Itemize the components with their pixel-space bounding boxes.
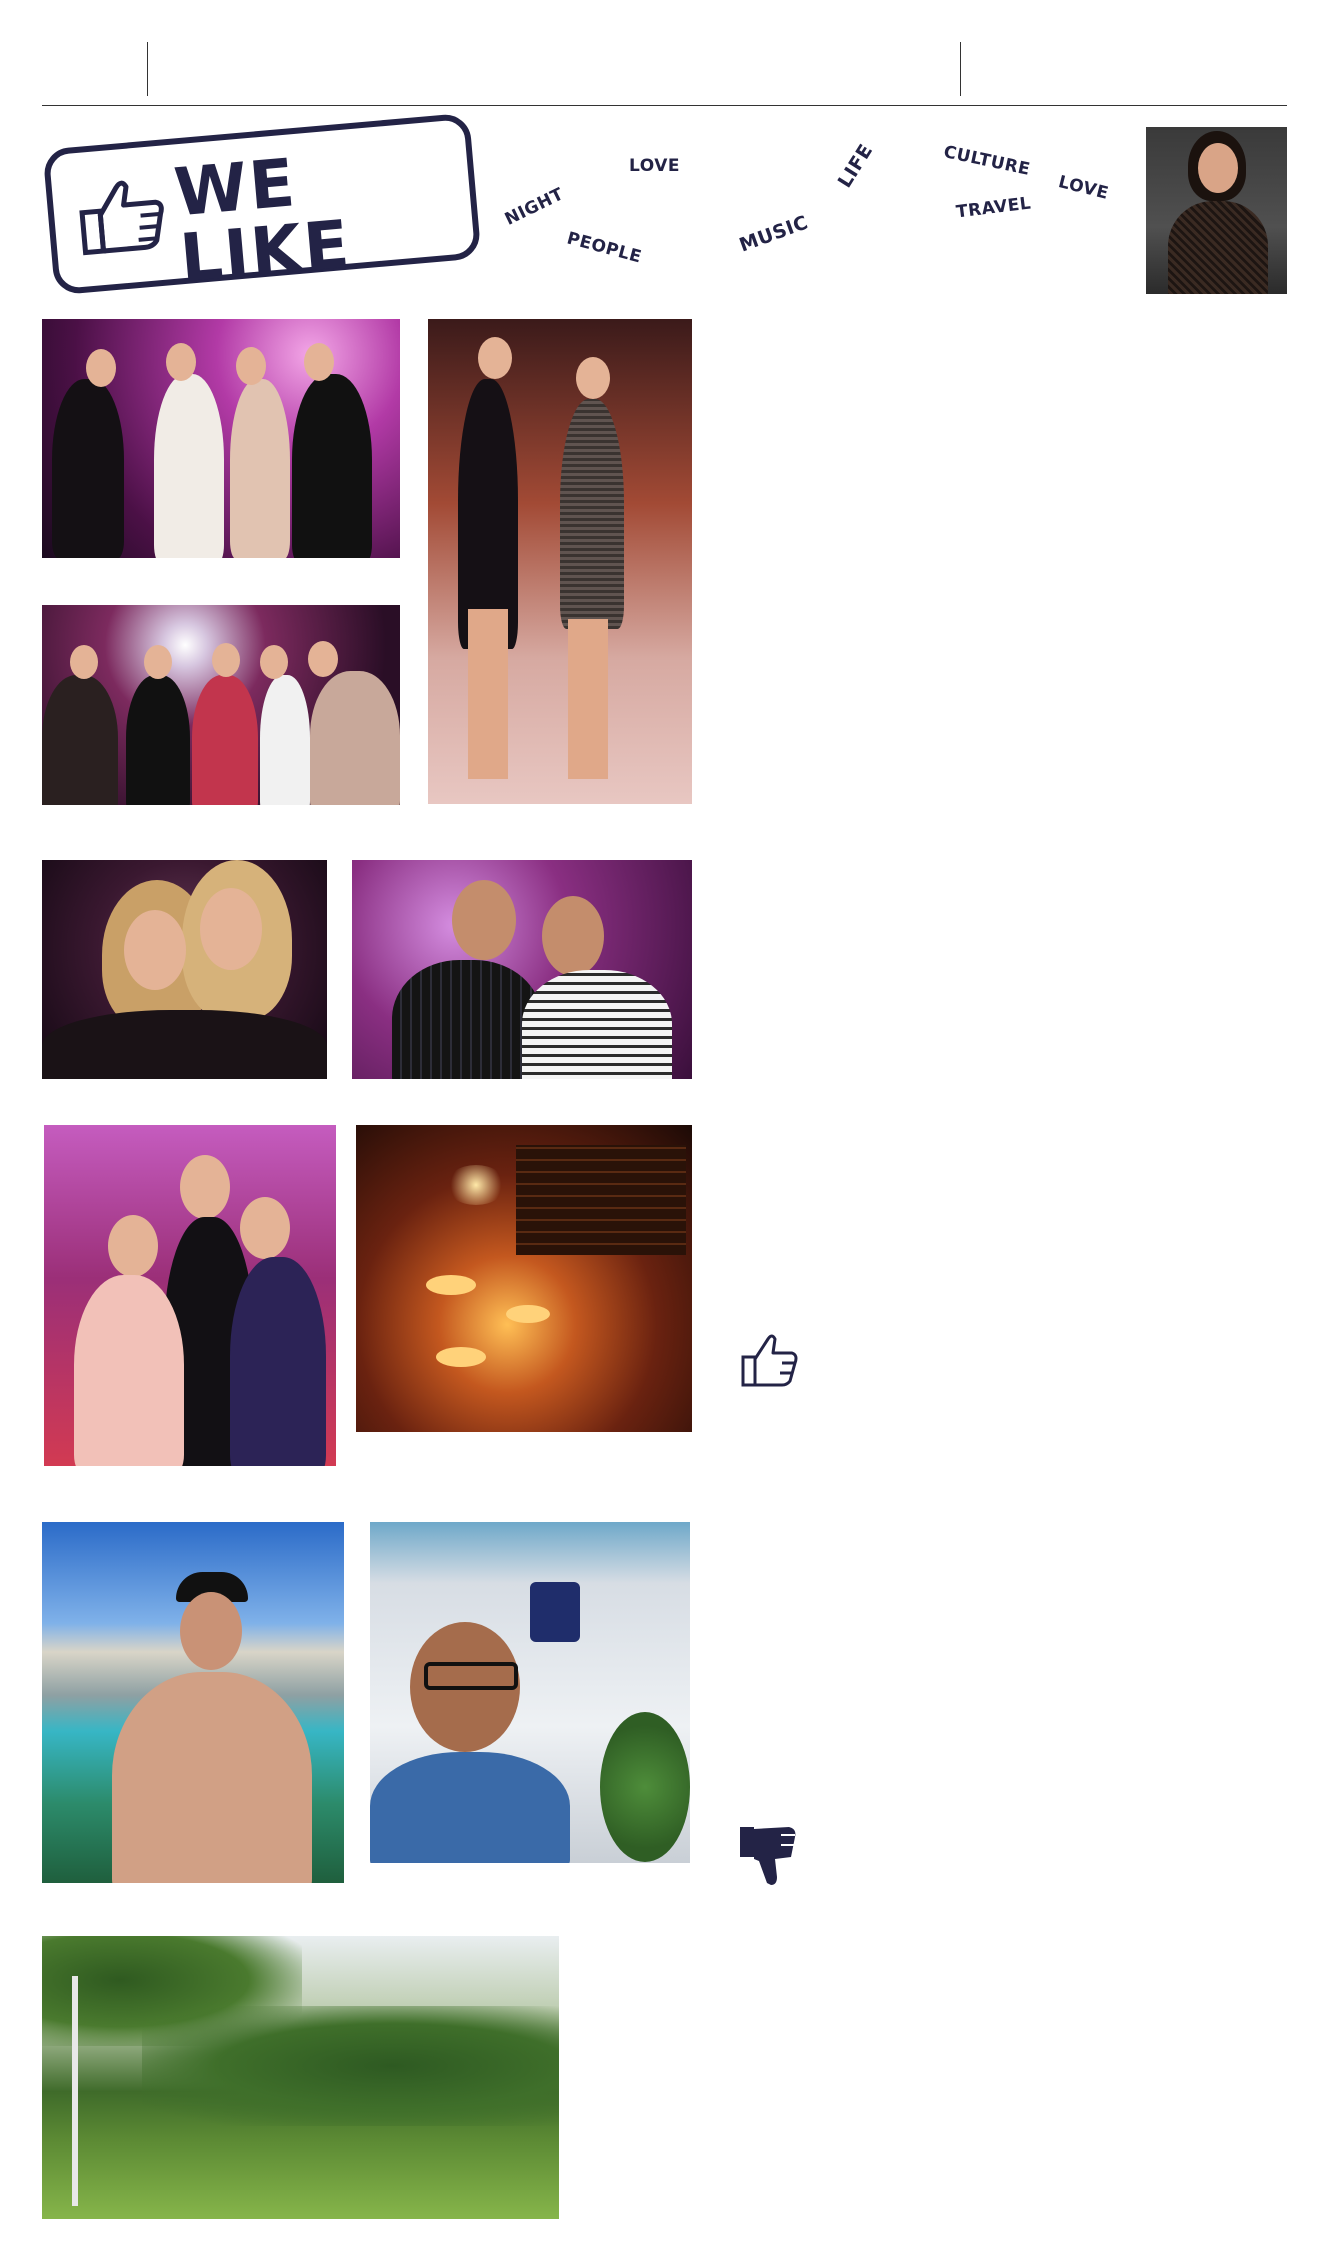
photo-two-women-closeup [42, 860, 327, 1079]
person [230, 379, 290, 558]
table-light [506, 1305, 550, 1323]
person [74, 1275, 184, 1466]
word-life: LIFE [833, 140, 878, 192]
face [70, 645, 98, 679]
we-like-stamp: WE LIKE [42, 112, 482, 298]
tree [600, 1712, 690, 1862]
photo-five-women [42, 605, 400, 805]
word-night: NIGHT [501, 184, 568, 230]
person [310, 671, 400, 805]
person [112, 1672, 312, 1883]
word-travel: TRAVEL [955, 193, 1033, 223]
table-light [436, 1347, 486, 1367]
face [478, 337, 512, 379]
person [292, 374, 372, 558]
portrait-body [1168, 201, 1268, 294]
person [370, 1752, 570, 1863]
legs [568, 619, 608, 779]
legs [468, 609, 508, 779]
person [560, 399, 624, 629]
face [542, 896, 604, 976]
face [576, 357, 610, 399]
face [180, 1155, 230, 1219]
photo-park [42, 1936, 559, 2219]
face [240, 1197, 290, 1259]
dislike-thumbs-down-icon [740, 1827, 796, 1885]
person [126, 675, 190, 805]
person [52, 379, 124, 558]
photo-restaurant-interior [356, 1125, 692, 1432]
lamp-post [72, 1976, 78, 2206]
face [124, 910, 186, 990]
face [304, 343, 334, 381]
person [154, 374, 224, 558]
stamp-thumbs-up-icon [79, 180, 164, 256]
photo-man-at-building [370, 1522, 690, 1863]
ceiling-lights [446, 1165, 506, 1205]
header-divider-left [147, 42, 148, 96]
word-love: LOVE [629, 156, 680, 176]
glasses [424, 1662, 518, 1690]
author-portrait [1146, 127, 1287, 294]
face [308, 641, 338, 677]
photo-man-at-pool [42, 1522, 344, 1883]
building-emblem [530, 1582, 580, 1642]
word-love-2: LOVE [1056, 172, 1111, 204]
face [86, 349, 116, 387]
face [260, 645, 288, 679]
photo-three-women [44, 1125, 336, 1466]
word-music: MUSIC [736, 211, 812, 257]
bar-shelves [516, 1145, 686, 1255]
photo-two-men [352, 860, 692, 1079]
stamp-title: WE LIKE [171, 144, 355, 298]
table-light [426, 1275, 476, 1295]
header-rule [42, 105, 1287, 106]
word-culture: CULTURE [941, 142, 1033, 180]
word-people: PEOPLE [564, 228, 644, 268]
face [166, 343, 196, 381]
face [452, 880, 516, 960]
portrait-face [1198, 143, 1238, 193]
person [522, 970, 672, 1079]
person [230, 1257, 326, 1466]
face [212, 643, 240, 677]
person [192, 675, 258, 805]
person [260, 675, 310, 805]
face [236, 347, 266, 385]
person [42, 675, 118, 805]
face [180, 1592, 242, 1670]
face [108, 1215, 158, 1277]
tree-line [142, 2006, 559, 2126]
photo-four-women [42, 319, 400, 558]
face [144, 645, 172, 679]
like-thumbs-up-icon [741, 1334, 798, 1387]
person [42, 1010, 327, 1079]
header-divider-right [960, 42, 961, 96]
person [392, 960, 542, 1079]
face [200, 888, 262, 970]
photo-two-women-standing [428, 319, 692, 804]
